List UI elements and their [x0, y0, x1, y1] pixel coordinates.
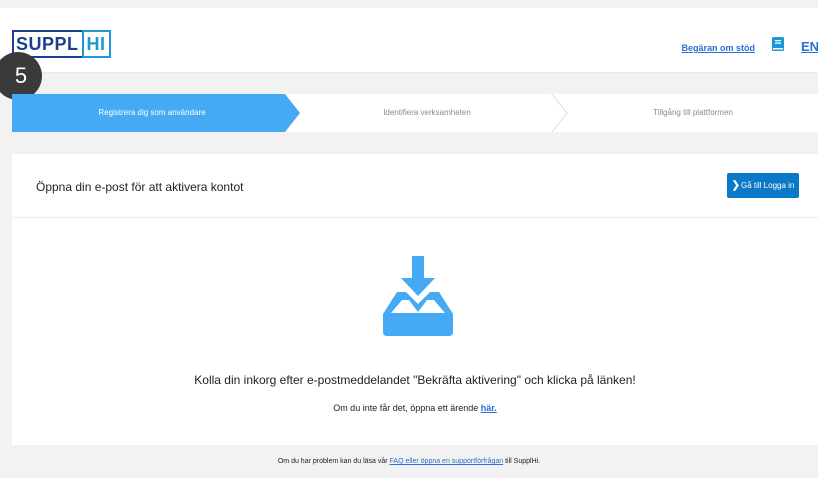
footer: Om du har problem kan du läsa vår FAQ el…: [0, 458, 818, 465]
footer-text-prefix: Om du har problem kan du läsa vår: [277, 458, 390, 465]
open-ticket-text: Om du inte får det, öppna ett ärende: [333, 403, 481, 413]
go-to-login-label: Gå till Logga in: [741, 181, 795, 190]
step-1-label: Registrera dig som användare: [98, 108, 206, 117]
download-inbox-icon: [383, 256, 453, 336]
book-icon[interactable]: [772, 37, 784, 51]
step-number-badge: 5: [0, 52, 42, 100]
open-ticket-message: Om du inte får det, öppna ett ärende här…: [12, 403, 818, 413]
language-switch[interactable]: EN: [801, 39, 818, 54]
progress-steps: Registrera dig som användare Identifiera…: [12, 94, 818, 132]
chevron-right-icon: ❯: [731, 180, 740, 191]
check-inbox-message: Kolla din inkorg efter e-postmeddelandet…: [194, 373, 636, 387]
top-header: SUPPL HI Begäran om stöd EN: [0, 8, 818, 72]
card-title: Öppna din e-post för att aktivera kontot: [36, 180, 244, 194]
open-ticket-link[interactable]: här.: [481, 403, 497, 413]
faq-support-link[interactable]: FAQ eller öppna en supportförfrågan: [390, 458, 504, 465]
activation-card: Öppna din e-post för att aktivera kontot…: [12, 154, 818, 445]
step-3-label: Tillgång till plattformen: [653, 108, 733, 117]
card-header: Öppna din e-post för att aktivera kontot…: [12, 154, 818, 218]
support-request-link[interactable]: Begäran om stöd: [681, 43, 755, 53]
step-2-label: Identifiera verksamheten: [383, 108, 471, 117]
page: SUPPL HI Begäran om stöd EN 5 Registrera…: [0, 0, 818, 478]
logo-text-right: HI: [81, 30, 111, 58]
go-to-login-button[interactable]: ❯ Gå till Logga in: [727, 173, 799, 198]
footer-text-suffix: till SupplHi.: [503, 458, 541, 465]
